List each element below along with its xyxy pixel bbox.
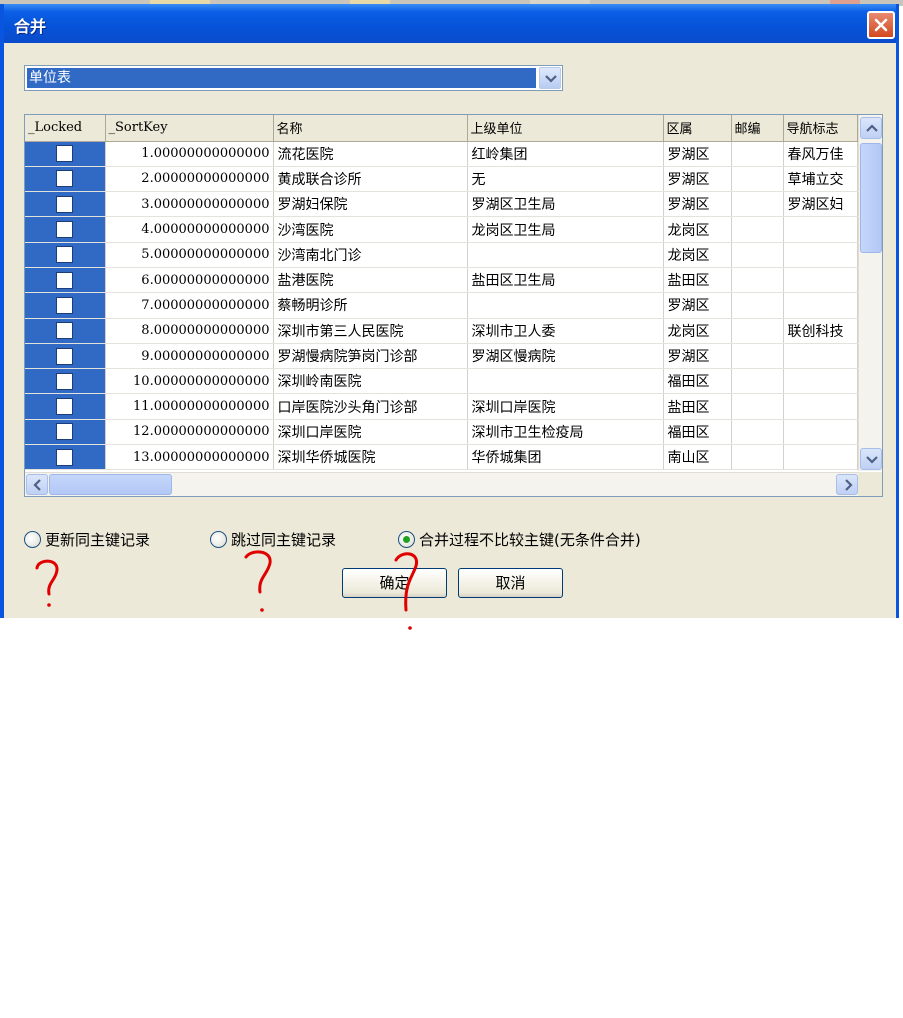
handwritten-annotations: [35, 550, 419, 630]
question-mark-annotation: [35, 559, 59, 596]
question-mark-annotation: [394, 552, 419, 612]
question-mark-annotation: [244, 550, 272, 594]
question-mark-annotation-dot: [47, 603, 51, 607]
question-mark-annotation-dot: [408, 626, 412, 630]
question-mark-annotation-dot: [260, 608, 264, 612]
